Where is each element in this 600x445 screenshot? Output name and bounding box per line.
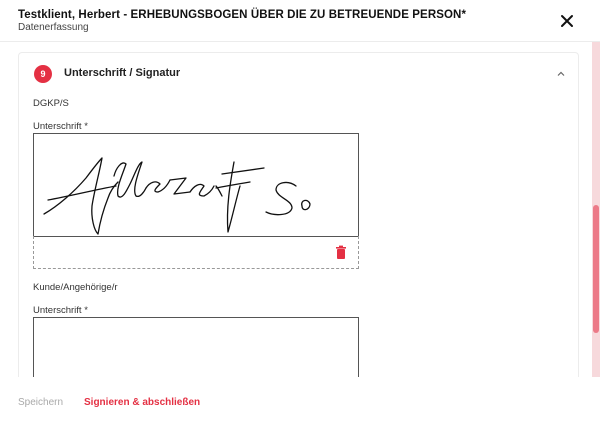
close-icon [561, 15, 573, 27]
scrollbar-thumb[interactable] [593, 205, 599, 333]
signature-pad-dgkp[interactable] [33, 133, 359, 237]
dialog-content[interactable]: 9 Unterschrift / Signatur DGKP/S Untersc… [0, 42, 600, 377]
signature-toolbar-dgkp [33, 236, 359, 269]
chevron-up-icon [557, 71, 565, 76]
dialog-title: Testklient, Herbert - ERHEBUNGSBOGEN ÜBE… [18, 9, 467, 21]
close-button[interactable] [559, 13, 575, 29]
step-badge: 9 [34, 65, 52, 83]
signer-role-dgkp: DGKP/S [33, 98, 69, 109]
signature-pad-kunde[interactable] [33, 317, 359, 377]
signature-field-label: Unterschrift * [33, 121, 88, 132]
dialog-header: Testklient, Herbert - ERHEBUNGSBOGEN ÜBE… [0, 0, 600, 42]
section-title: Unterschrift / Signatur [64, 67, 181, 79]
signature-field-label: Unterschrift * [33, 305, 88, 316]
delete-signature-button[interactable] [334, 245, 348, 260]
collapse-button[interactable] [554, 67, 568, 79]
section-card: 9 Unterschrift / Signatur DGKP/S Untersc… [18, 52, 579, 377]
section-header[interactable]: 9 Unterschrift / Signatur [19, 53, 578, 93]
dialog-subtitle: Datenerfassung [18, 22, 89, 33]
signer-role-kunde: Kunde/Angehörige/r [33, 282, 118, 293]
save-button[interactable]: Speichern [18, 397, 63, 408]
trash-icon [336, 245, 346, 259]
dialog-footer: Speichern Signieren & abschließen [0, 377, 600, 445]
sign-and-complete-button[interactable]: Signieren & abschließen [84, 397, 200, 408]
scrollbar-track[interactable] [592, 42, 600, 377]
handwritten-signature [43, 157, 311, 235]
